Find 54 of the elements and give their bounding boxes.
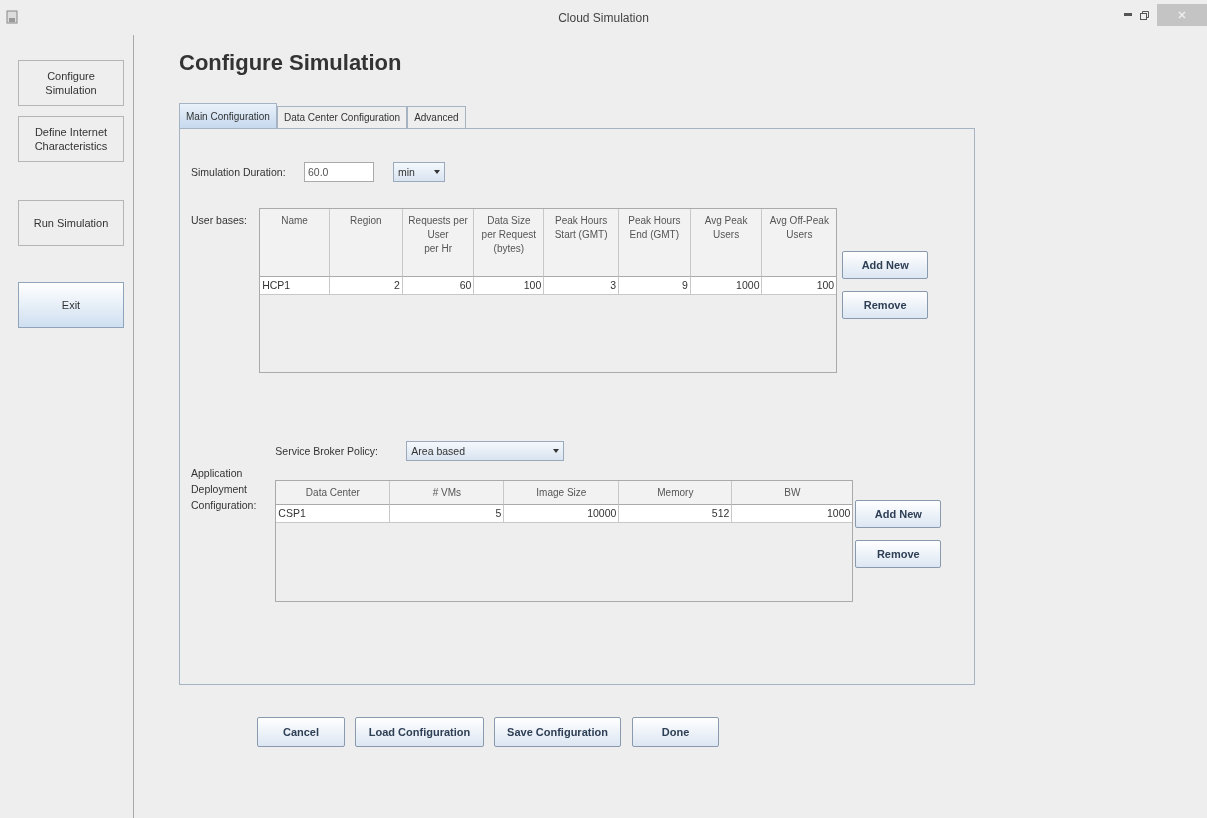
column-header: Requests per User per Hr [402, 209, 475, 277]
sidebar-item[interactable]: Run Simulation [18, 200, 124, 246]
sidebar-item[interactable]: Configure Simulation [18, 60, 124, 106]
unit-dropdown[interactable]: min [393, 162, 445, 182]
table-cell: 1000 [690, 277, 763, 295]
column-header: Data Center [276, 481, 391, 505]
column-header: Avg Peak Users [690, 209, 763, 277]
sidebar-item[interactable]: Exit [18, 282, 124, 328]
column-header: # VMs [390, 481, 505, 505]
field-label: Simulation Duration: [191, 166, 287, 178]
column-header: Name [260, 209, 330, 277]
column-header: Peak Hours End (GMT) [618, 209, 691, 277]
table-cell: 3 [544, 277, 619, 295]
tab[interactable]: Main Configuration [179, 103, 277, 128]
close-icon [1178, 11, 1186, 19]
save-configuration-button[interactable]: Save Configuration [494, 717, 621, 747]
page-heading: Configure Simulation [179, 50, 403, 77]
field-label: User bases: [191, 214, 249, 226]
duration-field[interactable]: 60.0 [304, 162, 374, 182]
table-cell: 512 [619, 505, 733, 523]
table-cell: 1000 [732, 505, 853, 523]
policy-dropdown[interactable]: Area based [406, 441, 565, 461]
add-new-button[interactable]: Add New [842, 251, 929, 279]
maximize-icon[interactable] [1140, 10, 1149, 20]
remove-button[interactable]: Remove [855, 540, 942, 568]
table-cell: CSP1 [276, 505, 391, 523]
column-header: BW [732, 481, 853, 505]
table-cell: 100 [474, 277, 545, 295]
table-cell: 5 [390, 505, 505, 523]
column-header: Region [329, 209, 403, 277]
done-button[interactable]: Done [632, 717, 719, 747]
table-cell: HCP1 [260, 277, 330, 295]
load-configuration-button[interactable]: Load Configuration [355, 717, 484, 747]
window-title: Cloud Simulation [558, 10, 649, 25]
remove-button[interactable]: Remove [842, 291, 929, 319]
tab[interactable]: Data Center Configuration [276, 106, 408, 128]
column-header: Data Size per Request (bytes) [474, 209, 545, 277]
tab[interactable]: Advanced [407, 106, 466, 128]
column-header: Image Size [504, 481, 620, 505]
table-cell: 9 [618, 277, 691, 295]
cancel-button[interactable]: Cancel [257, 717, 345, 747]
table-cell: 60 [402, 277, 475, 295]
table-cell: 100 [762, 277, 837, 295]
add-new-button[interactable]: Add New [855, 500, 942, 528]
column-header: Peak Hours Start (GMT) [544, 209, 619, 277]
field-label: Application Deployment Configuration: [191, 466, 258, 513]
app-icon [6, 10, 18, 24]
column-header: Avg Off-Peak Users [762, 209, 837, 277]
column-header: Memory [619, 481, 733, 505]
sidebar-item[interactable]: Define Internet Characteristics [18, 116, 124, 162]
minimize-icon[interactable] [1124, 13, 1132, 17]
table-cell: 10000 [504, 505, 620, 523]
table-cell: 2 [329, 277, 403, 295]
field-label: Service Broker Policy: [275, 445, 380, 457]
